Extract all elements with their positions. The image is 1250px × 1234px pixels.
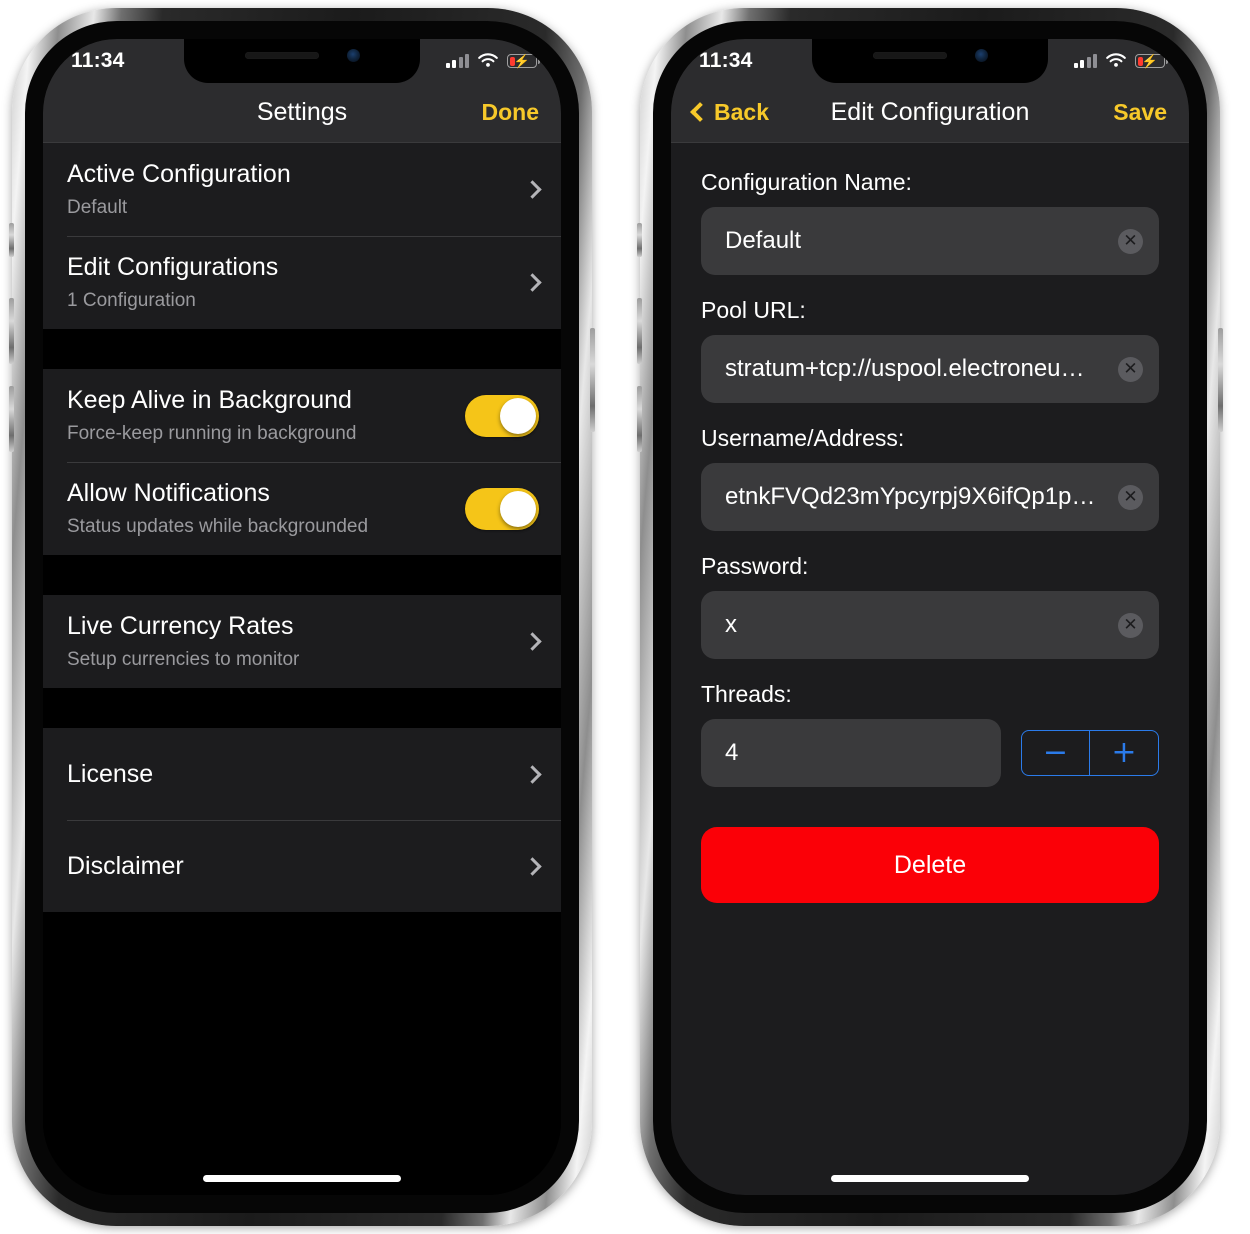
pool-url-value: stratum+tcp://uspool.electroneu… xyxy=(725,355,1085,382)
stepper-decrement-button[interactable]: − xyxy=(1022,731,1090,775)
clear-circle-icon[interactable]: ✕ xyxy=(1118,356,1143,382)
chevron-right-icon xyxy=(523,857,542,876)
toggle-knob xyxy=(500,397,536,434)
threads-value: 4 xyxy=(725,739,739,766)
row-title: Allow Notifications xyxy=(67,479,270,508)
status-icons: ⚡ xyxy=(1073,53,1168,69)
home-indicator[interactable] xyxy=(831,1175,1029,1182)
earpiece-speaker-icon xyxy=(872,52,947,59)
volume-up-button[interactable] xyxy=(9,298,14,364)
phone-device-left: 11:34 ⚡ Settings Done Active Configurati… xyxy=(9,8,595,1226)
sidebar-item-edit-configurations[interactable]: Edit Configurations 1 Configuration xyxy=(43,236,561,329)
front-camera-icon xyxy=(974,49,988,62)
volume-up-button[interactable] xyxy=(637,298,642,364)
sidebar-item-disclaimer[interactable]: Disclaimer xyxy=(43,820,561,912)
home-indicator[interactable] xyxy=(203,1175,401,1182)
phone-screen-left: 11:34 ⚡ Settings Done Active Configurati… xyxy=(43,39,561,1195)
sidebar-item-active-configuration[interactable]: Active Configuration Default xyxy=(43,143,561,236)
phone-screen-right: 11:34 ⚡ Back Edit Configuration Save Con… xyxy=(671,39,1189,1195)
battery-charging-low-icon: ⚡ xyxy=(1135,54,1168,68)
status-icons: ⚡ xyxy=(445,53,540,69)
row-title: License xyxy=(67,759,154,788)
status-time: 11:34 xyxy=(71,49,125,72)
configuration-name-label: Configuration Name: xyxy=(701,169,912,195)
mute-switch[interactable] xyxy=(637,223,642,257)
row-title: Disclaimer xyxy=(67,851,184,880)
notch xyxy=(184,39,420,83)
clear-circle-icon[interactable]: ✕ xyxy=(1118,484,1143,510)
wifi-icon xyxy=(478,53,498,67)
quantity-stepper[interactable]: − + xyxy=(1021,730,1159,776)
cellular-bars-icon xyxy=(1073,53,1097,68)
done-button[interactable]: Done xyxy=(482,99,540,126)
group-separator xyxy=(43,329,561,370)
settings-group-currency: Live Currency Rates Setup currencies to … xyxy=(43,595,561,689)
sidebar-item-allow-notifications[interactable]: Allow Notifications Status updates while… xyxy=(43,462,561,555)
power-button[interactable] xyxy=(1218,328,1223,432)
password-label: Password: xyxy=(701,553,809,579)
row-subtitle: 1 Configuration xyxy=(67,290,196,312)
username-address-input[interactable]: etnkFVQd23mYpcyrpj9X6ifQp1p… ✕ xyxy=(701,463,1159,531)
row-subtitle: Status updates while backgrounded xyxy=(67,516,369,538)
save-button[interactable]: Save xyxy=(1113,99,1167,126)
navigation-bar-settings: Settings Done xyxy=(43,83,561,143)
row-subtitle: Force-keep running in background xyxy=(67,423,357,445)
stepper-increment-button[interactable]: + xyxy=(1090,731,1158,775)
back-button-label: Back xyxy=(714,99,769,125)
row-title: Edit Configurations xyxy=(67,253,279,282)
settings-list: Active Configuration Default Edit Config… xyxy=(43,143,561,1195)
username-address-label: Username/Address: xyxy=(701,425,905,451)
settings-group-background: Keep Alive in Background Force-keep runn… xyxy=(43,369,561,556)
threads-input[interactable]: 4 xyxy=(701,719,1001,787)
chevron-right-icon xyxy=(523,180,542,199)
phone-device-right: 11:34 ⚡ Back Edit Configuration Save Con… xyxy=(637,8,1223,1226)
navigation-bar-edit-configuration: Back Edit Configuration Save xyxy=(671,83,1189,143)
chevron-right-icon xyxy=(523,273,542,292)
front-camera-icon xyxy=(346,49,360,62)
row-subtitle: Setup currencies to monitor xyxy=(67,649,300,671)
wifi-icon xyxy=(1106,53,1126,67)
row-subtitle: Default xyxy=(67,197,128,219)
chevron-right-icon xyxy=(523,632,542,651)
group-separator xyxy=(43,688,561,729)
allow-notifications-toggle[interactable] xyxy=(465,487,539,530)
chevron-left-icon xyxy=(690,102,710,122)
row-title: Active Configuration xyxy=(67,160,291,188)
group-separator xyxy=(43,555,561,596)
volume-down-button[interactable] xyxy=(637,386,642,452)
notch xyxy=(812,39,1048,83)
cellular-bars-icon xyxy=(445,53,469,68)
row-title: Keep Alive in Background xyxy=(67,386,352,415)
configuration-name-input[interactable]: Default ✕ xyxy=(701,207,1159,275)
toggle-knob xyxy=(500,490,536,527)
clear-circle-icon[interactable]: ✕ xyxy=(1118,612,1143,638)
sidebar-item-license[interactable]: License xyxy=(43,728,561,820)
keep-alive-toggle[interactable] xyxy=(465,394,539,437)
earpiece-speaker-icon xyxy=(244,52,319,59)
battery-charging-low-icon: ⚡ xyxy=(507,54,540,68)
two-phone-screenshot: 11:34 ⚡ Settings Done Active Configurati… xyxy=(0,0,1250,1234)
sidebar-item-live-currency-rates[interactable]: Live Currency Rates Setup currencies to … xyxy=(43,595,561,688)
power-button[interactable] xyxy=(590,328,595,432)
sidebar-item-keep-alive-in-background[interactable]: Keep Alive in Background Force-keep runn… xyxy=(43,369,561,462)
pool-url-label: Pool URL: xyxy=(701,297,806,323)
threads-row: 4 − + xyxy=(701,719,1159,787)
volume-down-button[interactable] xyxy=(9,386,14,452)
username-address-value: etnkFVQd23mYpcyrpj9X6ifQp1p… xyxy=(725,483,1096,510)
chevron-right-icon xyxy=(523,765,542,784)
edit-configuration-form: Configuration Name: Default ✕ Pool URL: … xyxy=(671,143,1189,1195)
password-value: x xyxy=(725,611,737,638)
mute-switch[interactable] xyxy=(9,223,14,257)
back-button[interactable]: Back xyxy=(690,99,769,126)
delete-button[interactable]: Delete xyxy=(701,827,1159,903)
status-time: 11:34 xyxy=(699,49,753,72)
settings-group-legal: License Disclaimer xyxy=(43,728,561,913)
settings-group-configuration: Active Configuration Default Edit Config… xyxy=(43,143,561,330)
password-input[interactable]: x ✕ xyxy=(701,591,1159,659)
clear-circle-icon[interactable]: ✕ xyxy=(1118,228,1143,254)
pool-url-input[interactable]: stratum+tcp://uspool.electroneu… ✕ xyxy=(701,335,1159,403)
row-title: Live Currency Rates xyxy=(67,612,294,641)
configuration-name-value: Default xyxy=(725,227,802,254)
threads-label: Threads: xyxy=(701,681,792,707)
